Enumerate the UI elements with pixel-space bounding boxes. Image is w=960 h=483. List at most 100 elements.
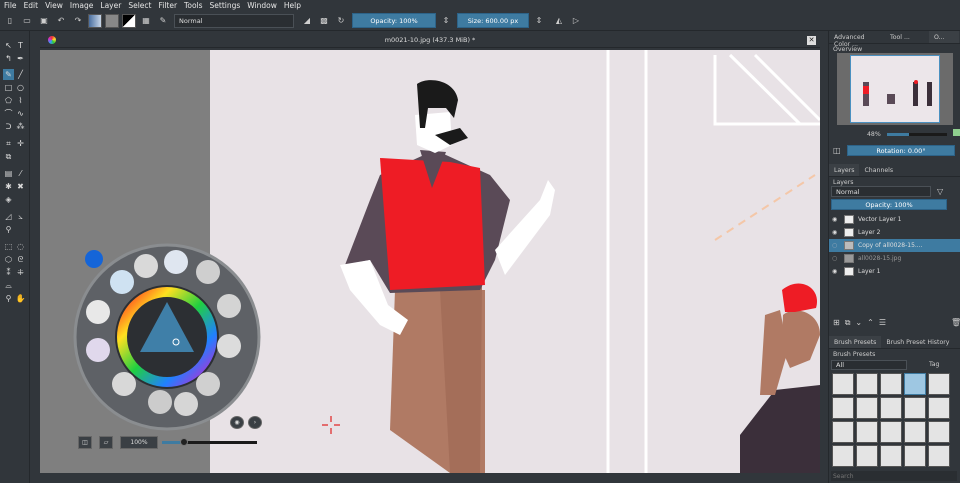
brush-preset[interactable] <box>832 445 854 467</box>
filter-icon[interactable]: ▽ <box>937 187 943 196</box>
fill-tool-icon[interactable]: ◈ <box>3 194 14 205</box>
brush-slot-11[interactable] <box>148 390 172 414</box>
brush-slot-12[interactable] <box>174 392 198 416</box>
brush-slot-4[interactable] <box>110 270 134 294</box>
brush-filter-select[interactable]: All <box>831 360 907 370</box>
edit-shapes-icon[interactable]: ↰ <box>3 53 14 64</box>
contiguous-select-icon[interactable]: ⁑ <box>3 267 14 278</box>
zoom-tool-icon[interactable]: ⚲ <box>3 293 14 304</box>
rotation-slider[interactable]: Rotation: 0.00° <box>847 145 955 156</box>
add-layer-icon[interactable]: ⊞ <box>833 318 840 328</box>
overview-toggle-icon[interactable] <box>953 129 960 136</box>
smart-patch-icon[interactable]: ✖ <box>15 181 26 192</box>
brush-preset[interactable] <box>928 373 950 395</box>
brush-slot-1[interactable] <box>134 254 158 278</box>
rect-select-icon[interactable]: ⬚ <box>3 241 14 252</box>
measure-tool-icon[interactable]: ⦣ <box>15 211 26 222</box>
brush-preset[interactable] <box>856 445 878 467</box>
brush-preset[interactable] <box>904 445 926 467</box>
pan-tool-icon[interactable]: ✋ <box>15 293 26 304</box>
foreground-color-swatch[interactable] <box>85 250 103 268</box>
mirror-view-icon[interactable]: ◫ <box>833 146 841 155</box>
menu-file[interactable]: File <box>4 1 17 10</box>
brush-preset[interactable] <box>928 445 950 467</box>
brush-preset[interactable] <box>856 373 878 395</box>
eraser-mode-icon[interactable]: ◢ <box>300 14 314 28</box>
dynamic-brush-icon[interactable]: ᑐ <box>3 121 14 132</box>
opacity-slider[interactable]: Opacity: 100% <box>352 13 436 28</box>
layer-row[interactable]: ◉ Layer 1 <box>829 265 960 278</box>
mirror-horizontal-icon[interactable]: ◭ <box>552 14 566 28</box>
blend-mode-select[interactable]: Normal <box>174 13 294 28</box>
move-down-icon[interactable]: ⌄ <box>855 318 862 328</box>
text-tool-icon[interactable]: T <box>15 40 26 51</box>
brush-preset[interactable] <box>928 421 950 443</box>
brush-preset[interactable] <box>880 445 902 467</box>
delete-layer-icon[interactable]: 🗑 <box>951 318 960 327</box>
rotate-canvas-icon[interactable]: ▱ <box>99 436 113 449</box>
layer-row-selected[interactable]: ○ Copy of all0028-15.... <box>829 239 960 252</box>
opacity-spin-icon[interactable]: ⇕ <box>439 14 453 28</box>
brush-slot-2[interactable] <box>164 250 188 274</box>
freehand-select-icon[interactable]: ᘓ <box>15 254 26 265</box>
mirror-canvas-icon[interactable]: ◫ <box>78 436 92 449</box>
gradient-swatch[interactable] <box>88 13 102 28</box>
layer-row[interactable]: ○ all0028-15.jpg <box>829 252 960 265</box>
layer-row[interactable]: ◉ Layer 2 <box>829 226 960 239</box>
color-picker-icon[interactable]: ⁄ <box>15 168 26 179</box>
menu-settings[interactable]: Settings <box>210 1 241 10</box>
layer-row[interactable]: ◉ Vector Layer 1 <box>829 213 960 226</box>
brush-preset-selected[interactable] <box>904 373 926 395</box>
polyline-tool-icon[interactable]: ⌇ <box>15 95 26 106</box>
brush-tag-label[interactable]: Tag <box>929 361 939 368</box>
transform-tool-icon[interactable]: ⧉ <box>3 151 14 162</box>
menu-filter[interactable]: Filter <box>158 1 177 10</box>
brush-preset[interactable] <box>904 421 926 443</box>
foreground-background-color-icon[interactable] <box>122 13 136 28</box>
document-tab[interactable]: m0021-10.jpg (437.3 MiB) * ✕ <box>40 33 820 48</box>
move-up-icon[interactable]: ⌃ <box>867 318 874 328</box>
close-document-icon[interactable]: ✕ <box>807 36 816 45</box>
vertical-scrollbar[interactable] <box>820 50 826 473</box>
visibility-icon[interactable]: ◉ <box>832 229 840 236</box>
popup-zoom-slider[interactable] <box>162 438 257 446</box>
multibrush-icon[interactable]: ⁂ <box>15 121 26 132</box>
visibility-icon[interactable]: ◉ <box>832 216 840 223</box>
brush-slot-9[interactable] <box>112 372 136 396</box>
brush-search-input[interactable] <box>831 471 957 481</box>
brush-slot-8[interactable] <box>217 334 241 358</box>
polygon-select-icon[interactable]: ⬡ <box>3 254 14 265</box>
reference-tool-icon[interactable]: ⚲ <box>3 224 14 235</box>
visibility-off-icon[interactable]: ○ <box>832 255 840 262</box>
brush-preset[interactable] <box>880 421 902 443</box>
menu-window[interactable]: Window <box>247 1 277 10</box>
overview-zoom-slider[interactable] <box>887 133 947 136</box>
brush-preset[interactable] <box>832 397 854 419</box>
menu-image[interactable]: Image <box>70 1 94 10</box>
freehand-brush-icon[interactable]: ✎ <box>3 69 14 80</box>
freehand-path-icon[interactable]: ∿ <box>15 108 26 119</box>
ellipse-tool-icon[interactable]: ○ <box>15 82 26 93</box>
preserve-alpha-icon[interactable]: ▩ <box>317 14 331 28</box>
assistant-tool-icon[interactable]: ◿ <box>3 211 14 222</box>
tab-brush-history[interactable]: Brush Preset History <box>881 336 954 348</box>
mirror-vertical-icon[interactable]: ▷ <box>569 14 583 28</box>
brush-slot-10[interactable] <box>196 372 220 396</box>
tab-tool-options[interactable]: Tool ... <box>885 31 929 43</box>
size-spin-icon[interactable]: ⇕ <box>532 14 546 28</box>
menu-view[interactable]: View <box>45 1 63 10</box>
brush-preset[interactable] <box>832 373 854 395</box>
brush-preset[interactable] <box>832 421 854 443</box>
menu-tools[interactable]: Tools <box>184 1 202 10</box>
calligraphy-icon[interactable]: ✒ <box>15 53 26 64</box>
menu-layer[interactable]: Layer <box>100 1 121 10</box>
overview-thumbnail[interactable] <box>837 53 953 125</box>
save-icon[interactable]: ▣ <box>37 14 51 28</box>
similar-select-icon[interactable]: ⁜ <box>15 267 26 278</box>
tab-layers[interactable]: Layers <box>829 164 860 176</box>
brush-preset[interactable] <box>880 397 902 419</box>
move-tool-icon[interactable]: ✛ <box>15 138 26 149</box>
bezier-tool-icon[interactable]: ⌒ <box>3 108 14 119</box>
select-shapes-icon[interactable]: ↖ <box>3 40 14 51</box>
zoom-fit-button[interactable]: 100% <box>120 436 158 449</box>
